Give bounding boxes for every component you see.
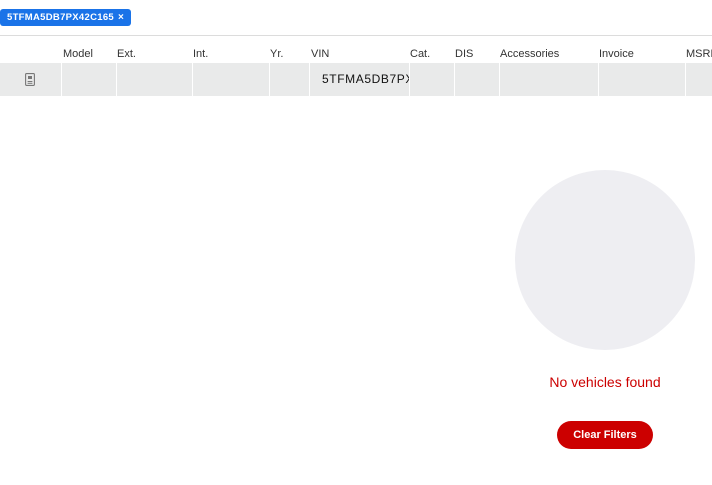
- cell-vin-value: 5TFMA5DB7PX42C165: [322, 72, 409, 86]
- column-header-accessories[interactable]: Accessories: [500, 48, 559, 60]
- cell-invoice-value: [599, 72, 611, 86]
- cell-accessories: [499, 63, 598, 96]
- column-header-ext[interactable]: Ext.: [117, 48, 136, 60]
- document-icon[interactable]: [25, 73, 35, 86]
- cell-ext: [116, 63, 192, 96]
- cell-dis: [454, 63, 499, 96]
- cell-dis-value: [455, 72, 467, 86]
- column-header-int[interactable]: Int.: [193, 48, 208, 60]
- cell-ext-value: [117, 72, 129, 86]
- column-header-yr[interactable]: Yr.: [270, 48, 283, 60]
- cell-invoice: [598, 63, 685, 96]
- cell-msrp: [685, 63, 712, 96]
- table-header: Model Ext. Int. Yr. VIN Cat. DIS Accesso…: [0, 48, 712, 63]
- column-header-cat[interactable]: Cat.: [410, 48, 430, 60]
- cell-cat: [409, 63, 454, 96]
- cell-int-value: [193, 72, 205, 86]
- cell-model-value: [62, 72, 74, 86]
- cell-yr: [269, 63, 309, 96]
- column-header-msrp[interactable]: MSRP: [686, 48, 712, 60]
- close-icon[interactable]: ×: [118, 12, 124, 23]
- cell-int: [192, 63, 269, 96]
- cell-accessories-value: [500, 72, 512, 86]
- cell-yr-value: [270, 72, 282, 86]
- cell-cat-value: [410, 72, 422, 86]
- cell-msrp-value: [686, 72, 698, 86]
- cell-model: [61, 63, 116, 96]
- active-filters: 5TFMA5DB7PX42C165 ×: [0, 7, 132, 26]
- filter-chip-vin[interactable]: 5TFMA5DB7PX42C165 ×: [0, 9, 132, 26]
- clear-filters-button[interactable]: Clear Filters: [557, 421, 653, 449]
- filter-chip-label: 5TFMA5DB7PX42C165: [7, 12, 115, 23]
- column-header-invoice[interactable]: Invoice: [599, 48, 634, 60]
- row-icon-cell[interactable]: [0, 63, 61, 96]
- column-header-model[interactable]: Model: [63, 48, 93, 60]
- empty-state-illustration: [515, 170, 695, 350]
- vehicle-search-results: 5TFMA5DB7PX42C165 × Model Ext. Int. Yr. …: [0, 0, 712, 485]
- column-header-vin[interactable]: VIN: [311, 48, 329, 60]
- column-header-dis[interactable]: DIS: [455, 48, 473, 60]
- cell-vin: 5TFMA5DB7PX42C165: [309, 63, 409, 96]
- divider: [0, 35, 712, 36]
- table-row[interactable]: 5TFMA5DB7PX42C165: [0, 63, 712, 96]
- empty-state-message: No vehicles found: [549, 374, 661, 390]
